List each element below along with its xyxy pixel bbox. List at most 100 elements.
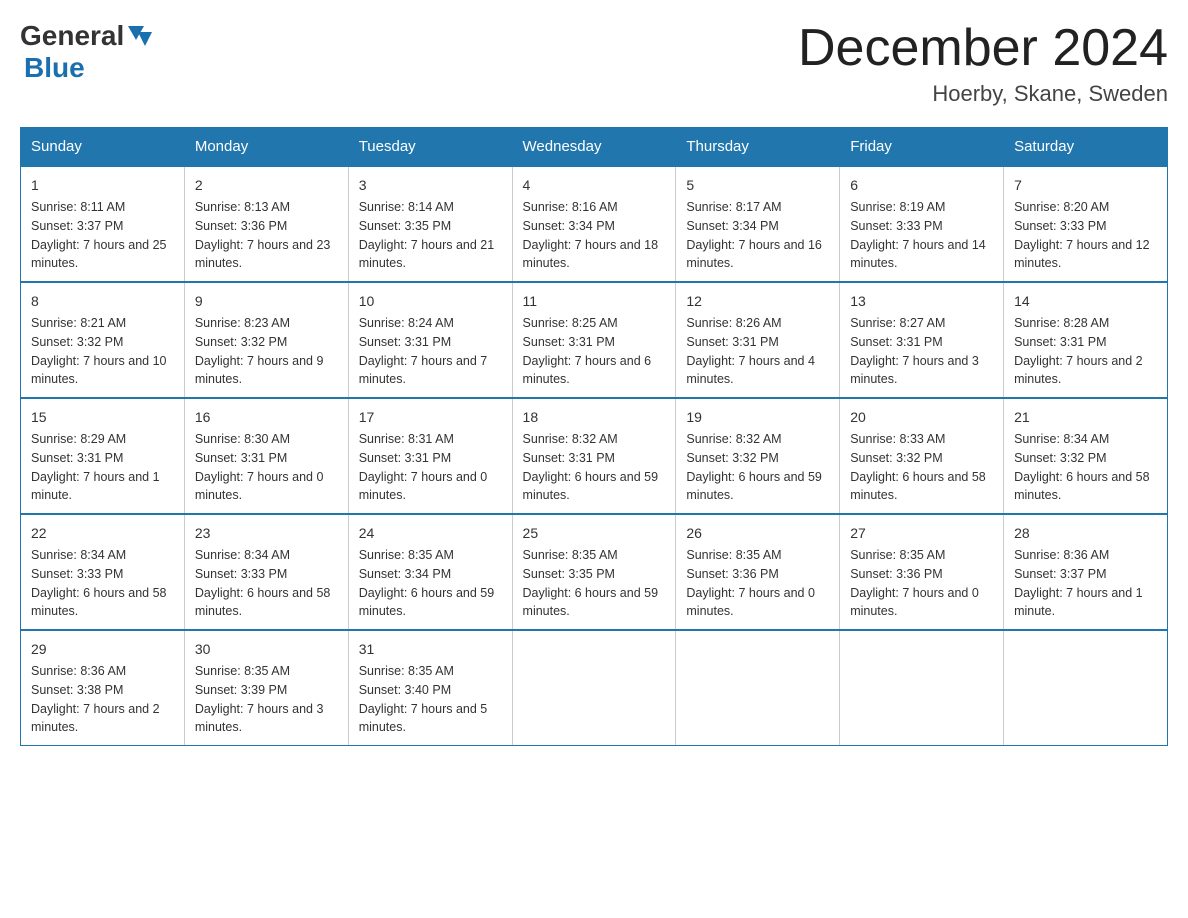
sunrise-text: Sunrise: 8:34 AM [31,546,174,565]
sunset-text: Sunset: 3:36 PM [195,217,338,236]
table-row: 21Sunrise: 8:34 AMSunset: 3:32 PMDayligh… [1004,398,1168,514]
sunrise-text: Sunrise: 8:32 AM [523,430,666,449]
daylight-text: Daylight: 7 hours and 10 minutes. [31,352,174,390]
daylight-text: Daylight: 7 hours and 1 minute. [1014,584,1157,622]
table-row: 26Sunrise: 8:35 AMSunset: 3:36 PMDayligh… [676,514,840,630]
header-monday: Monday [184,128,348,167]
table-row: 31Sunrise: 8:35 AMSunset: 3:40 PMDayligh… [348,630,512,746]
daylight-text: Daylight: 7 hours and 7 minutes. [359,352,502,390]
calendar-header: Sunday Monday Tuesday Wednesday Thursday… [21,128,1168,167]
table-row [840,630,1004,746]
sunrise-text: Sunrise: 8:33 AM [850,430,993,449]
table-row: 30Sunrise: 8:35 AMSunset: 3:39 PMDayligh… [184,630,348,746]
sunrise-text: Sunrise: 8:35 AM [523,546,666,565]
daylight-text: Daylight: 6 hours and 59 minutes. [523,468,666,506]
sunrise-text: Sunrise: 8:35 AM [195,662,338,681]
day-number: 19 [686,407,829,428]
calendar-week-row: 22Sunrise: 8:34 AMSunset: 3:33 PMDayligh… [21,514,1168,630]
daylight-text: Daylight: 6 hours and 58 minutes. [195,584,338,622]
day-number: 12 [686,291,829,312]
day-number: 24 [359,523,502,544]
day-number: 9 [195,291,338,312]
daylight-text: Daylight: 7 hours and 6 minutes. [523,352,666,390]
sunset-text: Sunset: 3:31 PM [1014,333,1157,352]
daylight-text: Daylight: 6 hours and 58 minutes. [31,584,174,622]
table-row: 18Sunrise: 8:32 AMSunset: 3:31 PMDayligh… [512,398,676,514]
location-subtitle: Hoerby, Skane, Sweden [798,81,1168,107]
sunset-text: Sunset: 3:38 PM [31,681,174,700]
table-row: 2 Sunrise: 8:13 AMSunset: 3:36 PMDaylight… [184,166,348,282]
day-number: 27 [850,523,993,544]
daylight-text: Daylight: 7 hours and 23 minutes. [195,236,338,274]
sunset-text: Sunset: 3:31 PM [359,449,502,468]
day-number: 28 [1014,523,1157,544]
day-number: 5 [686,175,829,196]
header-tuesday: Tuesday [348,128,512,167]
table-row: 29Sunrise: 8:36 AMSunset: 3:38 PMDayligh… [21,630,185,746]
sunrise-text: Sunrise: 8:35 AM [359,546,502,565]
table-row: 28 Sunrise: 8:36 AMSunset: 3:37 PMDayligh… [1004,514,1168,630]
sunrise-text: Sunrise: 8:13 AM [195,198,338,217]
sunrise-text: Sunrise: 8:23 AM [195,314,338,333]
sunset-text: Sunset: 3:31 PM [195,449,338,468]
day-number: 1 [31,175,174,196]
table-row [1004,630,1168,746]
calendar-week-row: 15Sunrise: 8:29 AMSunset: 3:31 PMDayligh… [21,398,1168,514]
table-row: 6Sunrise: 8:19 AMSunset: 3:33 PMDaylight… [840,166,1004,282]
sunrise-text: Sunrise: 8:31 AM [359,430,502,449]
month-year-title: December 2024 [798,20,1168,77]
calendar-week-row: 1Sunrise: 8:11 AMSunset: 3:37 PMDaylight… [21,166,1168,282]
sunset-text: Sunset: 3:36 PM [850,565,993,584]
sunrise-text: Sunrise: 8:29 AM [31,430,174,449]
sunrise-text: Sunrise: 8:36 AM [31,662,174,681]
table-row: 14Sunrise: 8:28 AMSunset: 3:31 PMDayligh… [1004,282,1168,398]
day-number: 29 [31,639,174,660]
sunset-text: Sunset: 3:32 PM [1014,449,1157,468]
day-number: 7 [1014,175,1157,196]
sunset-text: Sunset: 3:33 PM [850,217,993,236]
table-row: 23Sunrise: 8:34 AMSunset: 3:33 PMDayligh… [184,514,348,630]
header-row: Sunday Monday Tuesday Wednesday Thursday… [21,128,1168,167]
day-number: 15 [31,407,174,428]
sunset-text: Sunset: 3:31 PM [523,333,666,352]
day-number: 2 [195,175,338,196]
sunset-text: Sunset: 3:37 PM [1014,565,1157,584]
header-friday: Friday [840,128,1004,167]
day-number: 4 [523,175,666,196]
title-section: December 2024 Hoerby, Skane, Sweden [798,20,1168,107]
daylight-text: Daylight: 7 hours and 14 minutes. [850,236,993,274]
day-number: 22 [31,523,174,544]
daylight-text: Daylight: 7 hours and 1 minute. [31,468,174,506]
daylight-text: Daylight: 7 hours and 25 minutes. [31,236,174,274]
sunrise-text: Sunrise: 8:11 AM [31,198,174,217]
day-number: 17 [359,407,502,428]
table-row: 16Sunrise: 8:30 AMSunset: 3:31 PMDayligh… [184,398,348,514]
table-row: 7Sunrise: 8:20 AMSunset: 3:33 PMDaylight… [1004,166,1168,282]
logo-general-text: General [20,20,124,52]
day-number: 20 [850,407,993,428]
table-row: 4Sunrise: 8:16 AMSunset: 3:34 PMDaylight… [512,166,676,282]
table-row: 12Sunrise: 8:26 AMSunset: 3:31 PMDayligh… [676,282,840,398]
daylight-text: Daylight: 7 hours and 0 minutes. [359,468,502,506]
table-row [676,630,840,746]
sunrise-text: Sunrise: 8:36 AM [1014,546,1157,565]
sunset-text: Sunset: 3:37 PM [31,217,174,236]
daylight-text: Daylight: 7 hours and 0 minutes. [686,584,829,622]
daylight-text: Daylight: 7 hours and 12 minutes. [1014,236,1157,274]
header-wednesday: Wednesday [512,128,676,167]
daylight-text: Daylight: 7 hours and 3 minutes. [195,700,338,738]
calendar-week-row: 8Sunrise: 8:21 AMSunset: 3:32 PMDaylight… [21,282,1168,398]
sunset-text: Sunset: 3:35 PM [359,217,502,236]
table-row: 1 Sunrise: 8:11 AMSunset: 3:37 PMDaylight… [21,166,185,282]
daylight-text: Daylight: 7 hours and 4 minutes. [686,352,829,390]
table-row: 27Sunrise: 8:35 AMSunset: 3:36 PMDayligh… [840,514,1004,630]
header-saturday: Saturday [1004,128,1168,167]
daylight-text: Daylight: 7 hours and 0 minutes. [850,584,993,622]
sunrise-text: Sunrise: 8:28 AM [1014,314,1157,333]
sunrise-text: Sunrise: 8:21 AM [31,314,174,333]
day-number: 3 [359,175,502,196]
sunset-text: Sunset: 3:40 PM [359,681,502,700]
daylight-text: Daylight: 7 hours and 16 minutes. [686,236,829,274]
header-sunday: Sunday [21,128,185,167]
sunset-text: Sunset: 3:39 PM [195,681,338,700]
